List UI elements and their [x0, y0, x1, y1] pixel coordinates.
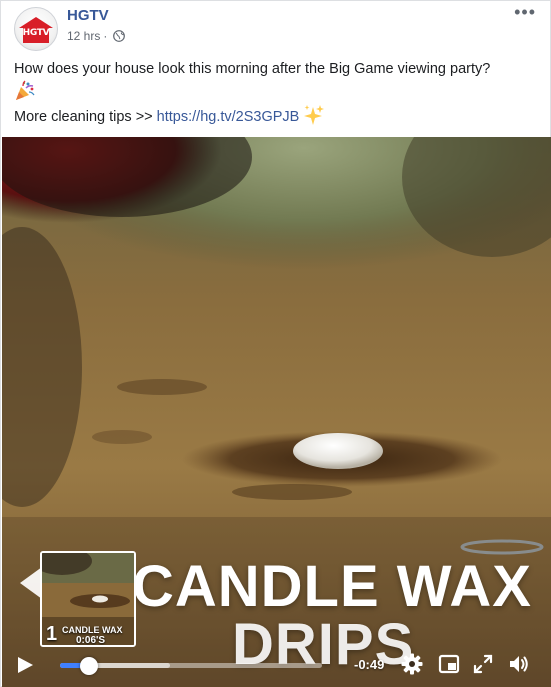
meta-separator: · — [103, 29, 108, 43]
facebook-post: HGTV HGTV 12 hrs · ••• How does your hou… — [0, 0, 551, 687]
post-line-1-text: How does your house look this morning af… — [14, 61, 491, 77]
post-timestamp[interactable]: 12 hrs — [67, 29, 100, 43]
post-link[interactable]: https://hg.tv/2S3GPJB — [157, 109, 300, 125]
post-meta: 12 hrs · — [67, 29, 126, 43]
avatar-logo-text: HGTV — [22, 28, 50, 38]
scrubber-handle[interactable] — [79, 657, 98, 675]
video-controls-bar: -0:49 — [2, 639, 551, 687]
globe-icon[interactable] — [113, 30, 126, 42]
thumbnail-title: CANDLE WAX — [62, 625, 123, 635]
fullscreen-icon[interactable] — [472, 653, 494, 675]
video-player[interactable]: CANDLE WAX DRIPS 1 CANDLE WAX 0:06'S -0:… — [2, 137, 551, 687]
picture-in-picture-icon[interactable] — [438, 653, 460, 675]
play-icon[interactable] — [16, 656, 34, 674]
post-line-2-prefix: More cleaning tips >> — [14, 109, 157, 125]
post-line-1: How does your house look this morning af… — [14, 59, 544, 80]
time-remaining: -0:49 — [354, 657, 385, 672]
page-name-link[interactable]: HGTV — [67, 7, 109, 24]
progress-scrubber[interactable] — [60, 657, 322, 675]
party-popper-icon — [16, 80, 35, 100]
post-line-2: More cleaning tips >> https://hg.tv/2S3G… — [14, 104, 544, 128]
volume-icon[interactable] — [508, 653, 530, 675]
post-line-emoji-row — [14, 80, 544, 104]
page-avatar[interactable]: HGTV — [14, 7, 58, 51]
chapter-thumbnail[interactable]: 1 CANDLE WAX 0:06'S — [40, 551, 136, 647]
post-message: How does your house look this morning af… — [14, 59, 544, 128]
video-caption-line-1: CANDLE WAX — [132, 554, 532, 619]
sparkles-icon — [304, 105, 325, 125]
settings-icon[interactable] — [401, 653, 423, 675]
more-options-icon[interactable]: ••• — [514, 3, 536, 21]
